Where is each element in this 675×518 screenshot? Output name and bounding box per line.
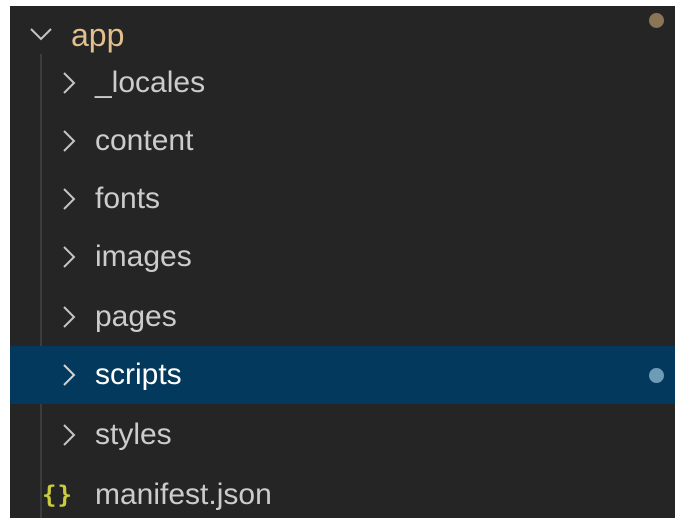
tree-item-images[interactable]: images (10, 228, 675, 286)
tree-item-label: pages (95, 300, 177, 333)
tree-item-label: fonts (95, 182, 161, 215)
chevron-down-icon[interactable] (28, 15, 54, 55)
tree-item-locales[interactable]: _locales (10, 54, 675, 112)
tree-item-content[interactable]: content (10, 112, 675, 170)
tree-item-fonts[interactable]: fonts (10, 170, 675, 228)
json-braces-icon: {} (42, 481, 73, 509)
modified-dot-icon (649, 13, 664, 28)
chevron-right-icon[interactable] (56, 179, 82, 219)
chevron-right-icon[interactable] (56, 297, 82, 337)
tree-item-label: scripts (95, 358, 182, 391)
chevron-right-icon[interactable] (56, 121, 82, 161)
tree-item-manifest-json[interactable]: {} manifest.json (10, 466, 675, 518)
file-explorer: app _locales content fonts images pages … (10, 6, 675, 518)
tree-item-label: styles (95, 418, 172, 451)
tree-item-styles[interactable]: styles (10, 406, 675, 464)
tree-item-label: content (95, 124, 194, 157)
tree-item-scripts[interactable]: scripts (10, 346, 675, 404)
modified-dot-icon (649, 368, 664, 383)
chevron-right-icon[interactable] (56, 355, 82, 395)
tree-item-label: _locales (95, 66, 206, 99)
tree-item-pages[interactable]: pages (10, 288, 675, 346)
chevron-right-icon[interactable] (56, 237, 82, 277)
chevron-right-icon[interactable] (56, 63, 82, 103)
tree-item-label: manifest.json (95, 478, 272, 511)
chevron-right-icon[interactable] (56, 415, 82, 455)
tree-item-label: images (95, 240, 192, 273)
